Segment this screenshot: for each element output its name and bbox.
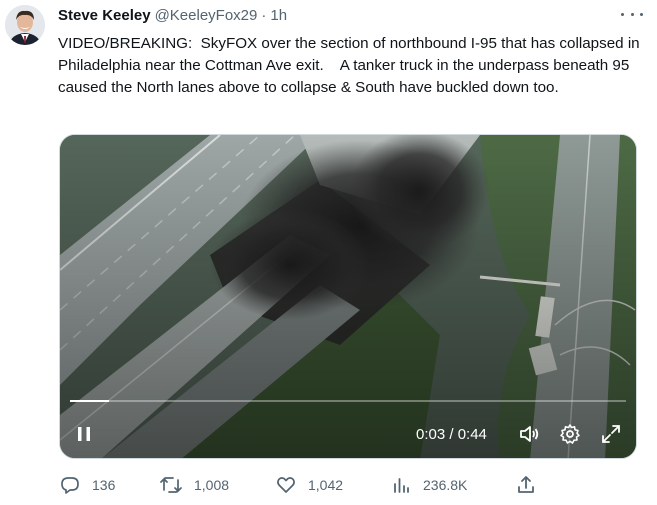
gear-icon[interactable]	[559, 423, 581, 445]
retweet-icon	[160, 477, 182, 493]
views-chart-icon	[394, 478, 409, 493]
reply-count: 136	[92, 477, 116, 493]
views-count: 236.8K	[423, 477, 468, 493]
user-handle[interactable]: @KeeleyFox29	[155, 7, 258, 24]
volume-icon[interactable]	[518, 423, 540, 445]
separator-dot: ·	[261, 6, 267, 24]
fullscreen-icon[interactable]	[600, 423, 622, 445]
reply-icon	[61, 477, 79, 494]
avatar[interactable]	[5, 5, 45, 45]
tweet: Steve Keeley @KeeleyFox29 · 1h VIDEO/BRE…	[0, 0, 657, 505]
retweet-count: 1,008	[194, 477, 230, 493]
heart-icon	[277, 477, 295, 493]
pause-icon[interactable]	[74, 424, 94, 444]
tweet-time[interactable]: 1h	[270, 7, 287, 24]
more-dots-icon[interactable]	[621, 6, 643, 22]
video-player[interactable]: 0:03 / 0:44	[59, 134, 637, 459]
video-time-readout: 0:03 / 0:44	[416, 426, 487, 443]
tweet-actions: 136 1,008 1,042 236.8K	[58, 474, 558, 496]
tweet-text: VIDEO/BREAKING: SkyFOX over the section …	[58, 35, 644, 96]
video-controls: 0:03 / 0:44	[60, 396, 636, 458]
like-count: 1,042	[308, 477, 344, 493]
user-name[interactable]: Steve Keeley	[58, 7, 151, 24]
video-progress-bar[interactable]	[70, 400, 626, 402]
views-button[interactable]: 236.8K	[391, 474, 467, 496]
retweet-button[interactable]: 1,008	[160, 474, 229, 496]
video-progress-fill	[70, 400, 109, 402]
tweet-header: Steve Keeley @KeeleyFox29 · 1h	[58, 5, 641, 25]
like-button[interactable]: 1,042	[276, 474, 343, 496]
reply-button[interactable]: 136	[60, 474, 115, 496]
share-button[interactable]	[516, 474, 548, 496]
share-icon	[518, 476, 534, 493]
